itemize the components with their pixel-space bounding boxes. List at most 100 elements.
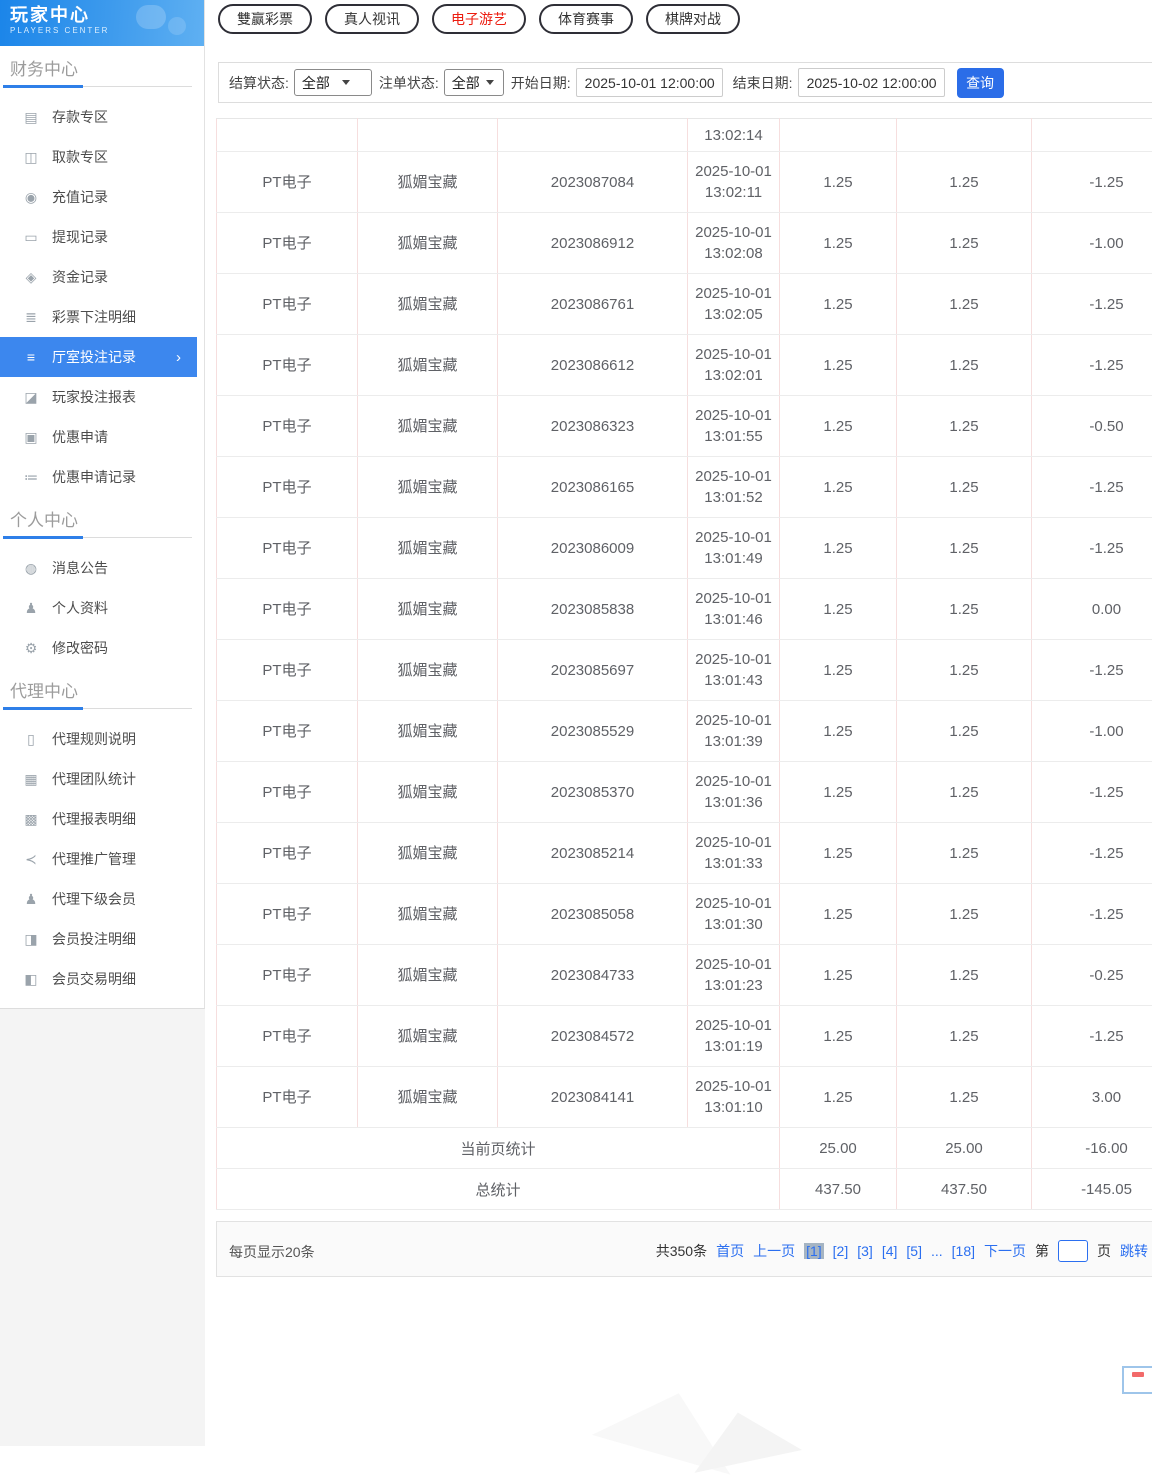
widget-red-mark (1132, 1372, 1144, 1377)
last-page-link[interactable]: [18] (952, 1243, 975, 1259)
bet-amount-cell: 1.25 (780, 396, 897, 457)
result-cell: -0.50 (1032, 396, 1152, 457)
datetime-cell: 2025-10-0113:02:08 (688, 213, 780, 274)
summary-result-cell: -16.00 (1032, 1128, 1152, 1169)
order-status-select[interactable]: 全部 (444, 69, 504, 96)
tab-board-games[interactable]: 棋牌对战 (646, 4, 740, 34)
bet-date: 2025-10-01 (688, 954, 779, 975)
sidebar-item-agent-promotion[interactable]: ≺代理推广管理 (0, 839, 197, 879)
game-cell: 狐媚宝藏 (358, 945, 498, 1006)
platform-cell: PT电子 (217, 762, 358, 823)
per-page-label: 每页显示20条 (229, 1242, 315, 1262)
start-date-input[interactable]: 2025-10-01 12:00:00 (576, 68, 723, 97)
table-row-partial: 13:02:14 (217, 119, 1152, 152)
sidebar-item-member-bet-details[interactable]: ◨会员投注明细 (0, 919, 197, 959)
page-jump-input[interactable] (1058, 1240, 1088, 1262)
order-number-cell: 2023086761 (498, 274, 688, 335)
member-trade-list-icon: ◧ (22, 971, 40, 988)
sidebar-item-agent-rules[interactable]: ▯代理规则说明 (0, 719, 197, 759)
table-row: PT电子狐媚宝藏20230855292025-10-0113:01:391.25… (217, 701, 1152, 762)
datetime-cell: 2025-10-0113:01:46 (688, 579, 780, 640)
page-link-1[interactable]: [1] (804, 1243, 824, 1259)
order-number-cell: 2023086009 (498, 518, 688, 579)
table-row: PT电子狐媚宝藏20230858382025-10-0113:01:461.25… (217, 579, 1152, 640)
bet-time: 13:01:52 (688, 487, 779, 508)
sidebar-item-agent-sub-members[interactable]: ♟代理下级会员 (0, 879, 197, 919)
sidebar-item-promo-application[interactable]: ▣优惠申请 (0, 417, 197, 457)
page-link-2[interactable]: [2] (833, 1243, 849, 1259)
page-link-5[interactable]: [5] (906, 1243, 922, 1259)
sidebar-item-agent-team-stats[interactable]: ▦代理团队统计 (0, 759, 197, 799)
result-cell: -1.25 (1032, 762, 1152, 823)
bet-amount-cell: 1.25 (780, 518, 897, 579)
result-cell: -0.25 (1032, 945, 1152, 1006)
next-page-link[interactable]: 下一页 (984, 1241, 1026, 1261)
prev-page-link[interactable]: 上一页 (753, 1241, 795, 1261)
sidebar-item-personal-profile[interactable]: ♟个人资料 (0, 588, 197, 628)
member-bet-list-icon: ◨ (22, 931, 40, 948)
bet-amount-cell: 1.25 (780, 884, 897, 945)
end-date-input[interactable]: 2025-10-02 12:00:00 (798, 68, 945, 97)
sidebar-item-agent-report-details[interactable]: ▩代理报表明细 (0, 799, 197, 839)
floating-widget[interactable] (1122, 1366, 1152, 1394)
filter-bar: 结算状态: 全部 注单状态: 全部 开始日期: 2025-10-01 12:00… (218, 62, 1152, 103)
sidebar-item-withdraw-zone[interactable]: ◫取款专区 (0, 137, 197, 177)
jump-action-link[interactable]: 跳转 (1120, 1241, 1148, 1261)
sidebar-item-deposit-zone[interactable]: ▤存款专区 (0, 97, 197, 137)
sidebar-item-hall-bet-records[interactable]: ≡厅室投注记录› (0, 337, 197, 377)
sidebar-item-withdrawal-records[interactable]: ▭提现记录 (0, 217, 197, 257)
table-row: PT电子狐媚宝藏20230841412025-10-0113:01:101.25… (217, 1067, 1152, 1128)
result-cell: -1.25 (1032, 1006, 1152, 1067)
sidebar-item-recharge-records[interactable]: ◉ 充值记录 (0, 177, 197, 217)
datetime-cell: 2025-10-0113:01:30 (688, 884, 780, 945)
search-button[interactable]: 查询 (957, 68, 1004, 98)
page-link-4[interactable]: [4] (882, 1243, 898, 1259)
sidebar-item-funds-records[interactable]: ◈资金记录 (0, 257, 197, 297)
moneybag-icon: ◉ (22, 189, 40, 206)
bet-amount-cell: 1.25 (780, 640, 897, 701)
chevron-down-icon (486, 80, 494, 85)
sidebar-item-message-announcements[interactable]: ◍消息公告 (0, 548, 197, 588)
sidebar-item-label: 代理推广管理 (52, 849, 136, 869)
first-page-link[interactable]: 首页 (716, 1241, 744, 1261)
bet-time: 13:02:01 (688, 365, 779, 386)
sidebar-item-promo-application-records[interactable]: ≔优惠申请记录 (0, 457, 197, 497)
sidebar-item-label: 消息公告 (52, 558, 108, 578)
section-title: 个人中心 (0, 497, 204, 537)
sidebar-item-label: 代理规则说明 (52, 729, 136, 749)
lottery-list-icon: ≣ (22, 309, 40, 326)
valid-amount-cell: 1.25 (897, 762, 1032, 823)
order-number-cell: 2023085838 (498, 579, 688, 640)
sidebar-item-lottery-bet-details[interactable]: ≣彩票下注明细 (0, 297, 197, 337)
sidebar-item-player-bet-report[interactable]: ◪玩家投注报表 (0, 377, 197, 417)
sidebar-item-label: 充值记录 (52, 187, 108, 207)
page-link-3[interactable]: [3] (857, 1243, 873, 1259)
platform-cell: PT电子 (217, 335, 358, 396)
order-number-cell: 2023085370 (498, 762, 688, 823)
total-summary-row: 总统计437.50437.50-145.05 (217, 1169, 1152, 1210)
order-number-cell: 2023085214 (498, 823, 688, 884)
sidebar-item-change-password[interactable]: ⚙修改密码 (0, 628, 197, 668)
datetime-cell: 2025-10-0113:01:19 (688, 1006, 780, 1067)
sidebar-item-member-transaction-details[interactable]: ◧会员交易明细 (0, 959, 197, 999)
tab-sports[interactable]: 体育赛事 (539, 4, 633, 34)
summary-label-cell: 当前页统计 (217, 1128, 780, 1169)
bet-time: 13:01:23 (688, 975, 779, 996)
valid-amount-cell: 1.25 (897, 945, 1032, 1006)
settle-status-select[interactable]: 全部 (294, 69, 372, 96)
section-title: 代理中心 (0, 668, 204, 708)
bet-time: 13:01:33 (688, 853, 779, 874)
sidebar-item-label: 个人资料 (52, 598, 108, 618)
tab-e-games[interactable]: 电子游艺 (432, 4, 526, 34)
game-category-tabs: 雙赢彩票真人视讯电子游艺体育赛事棋牌对战 (218, 4, 740, 34)
valid-amount-cell: 1.25 (897, 640, 1032, 701)
settle-status-label: 结算状态: (229, 73, 289, 93)
bet-date: 2025-10-01 (688, 222, 779, 243)
tab-live-casino[interactable]: 真人视讯 (325, 4, 419, 34)
summary-result-cell: -145.05 (1032, 1169, 1152, 1210)
jump-label-after: 页 (1097, 1241, 1111, 1261)
tab-lottery[interactable]: 雙赢彩票 (218, 4, 312, 34)
valid-amount-cell: 1.25 (897, 152, 1032, 213)
result-cell: -1.25 (1032, 457, 1152, 518)
valid-amount-cell: 1.25 (897, 335, 1032, 396)
